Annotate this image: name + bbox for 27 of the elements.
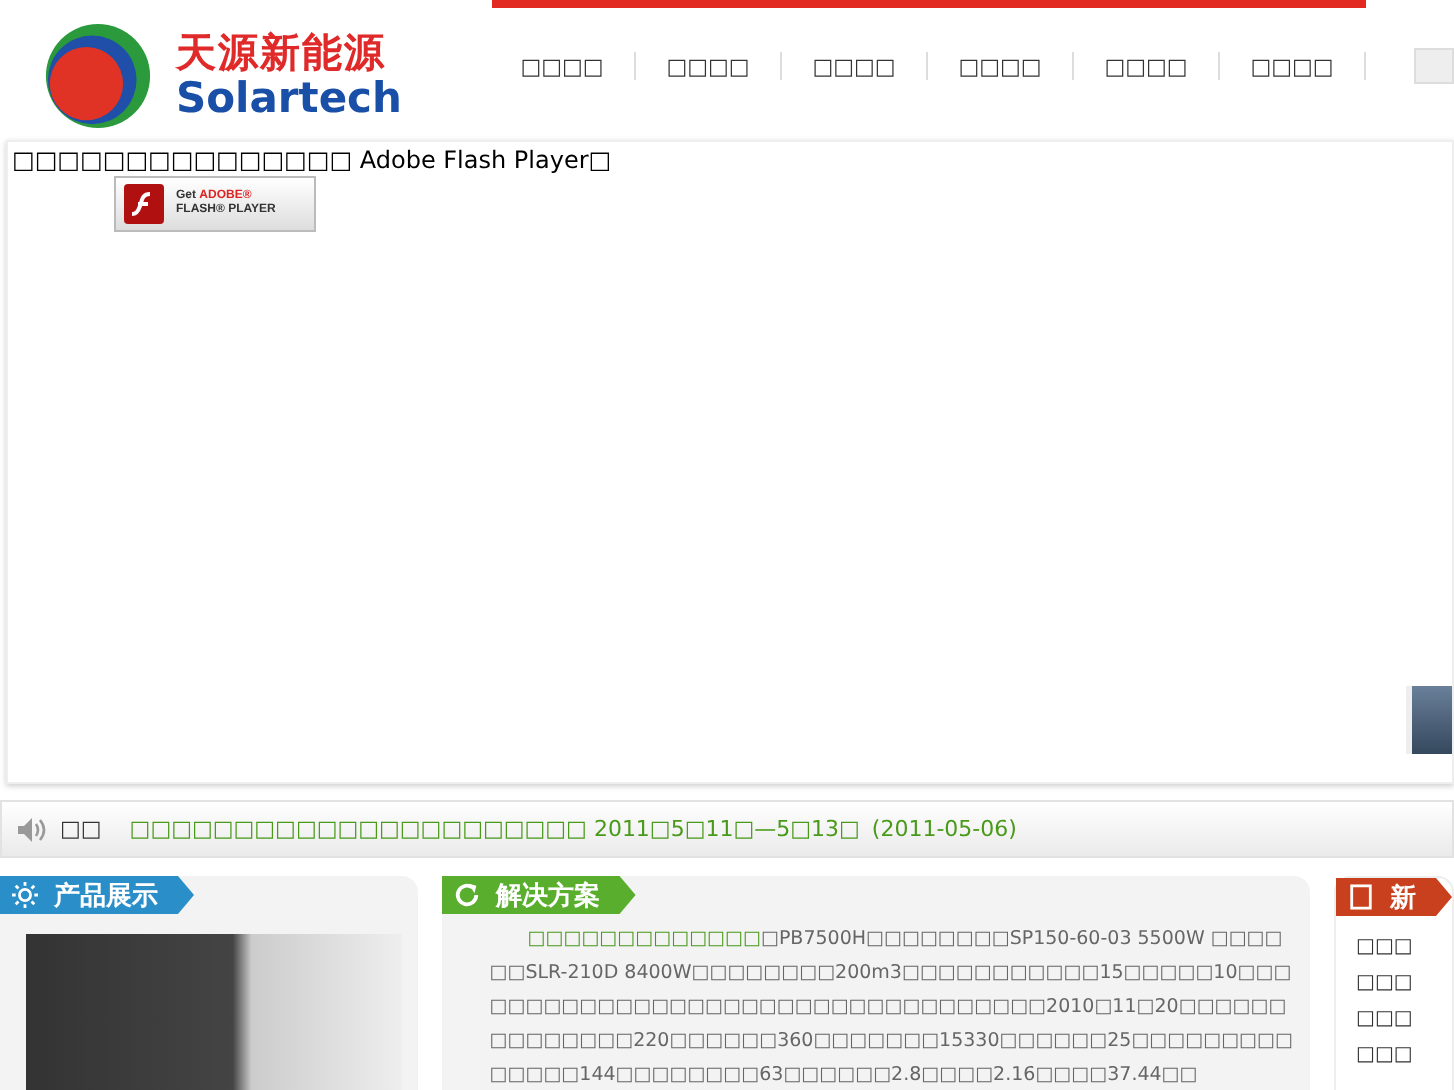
flash-message: □□□□□□□□□□□□□□□ Adobe Flash Player□: [10, 144, 614, 174]
document-icon: [1348, 884, 1374, 910]
refresh-icon: [453, 882, 480, 908]
logo-brand-text: Solartech: [176, 78, 402, 120]
products-header: 产品展示: [0, 876, 194, 914]
nav-link[interactable]: □□□□: [490, 53, 634, 79]
nav-link[interactable]: □□□□: [928, 53, 1072, 79]
solutions-header: 解决方案: [441, 876, 636, 914]
logo-circles-icon: [44, 22, 152, 130]
search-field[interactable]: [1414, 48, 1454, 84]
solution-paragraph: □□□□□□□□□□□□□□PB7500H□□□□□□□□SP150-60-03 5500W □□□□□□SLR-210D 8400W□□□□□□□□200m3□□□□□□□□□□□15□□□□□10□□□□□□□□□□□□□□□□□□□□□□□□□□□□□□□□□□2010□11□20□□□□□□□□□□□□□□220□□□□□□360□□□□□□□15330□□□□□□25□□□□□□□□□□□□□□144□□□□□□□□63□□□□□□2.8□□□□2.16□□□□37.44□□: [489, 926, 1294, 1090]
news-header: 新: [1336, 878, 1452, 916]
news-link[interactable]: □□□: [1356, 1038, 1452, 1074]
news-link[interactable]: □□□: [1356, 1002, 1452, 1038]
sun-icon: [12, 882, 38, 908]
nav-link[interactable]: □□□□: [1220, 53, 1364, 79]
speaker-icon: [16, 815, 48, 843]
news-link[interactable]: □□□: [1356, 966, 1452, 1002]
flash-logo-icon: [124, 184, 164, 224]
notice-date: (2011-05-06): [871, 816, 1017, 842]
nav-link[interactable]: □□□□: [1074, 53, 1218, 79]
nav-link[interactable]: □□□□: [782, 53, 926, 79]
slide-thumbnail[interactable]: [1406, 686, 1452, 754]
notice-label: □□: [60, 816, 102, 842]
logo-chinese-text: 天源新能源: [176, 32, 388, 72]
nav-link[interactable]: □□□□: [636, 53, 780, 79]
news-link[interactable]: □□□: [1356, 930, 1452, 966]
